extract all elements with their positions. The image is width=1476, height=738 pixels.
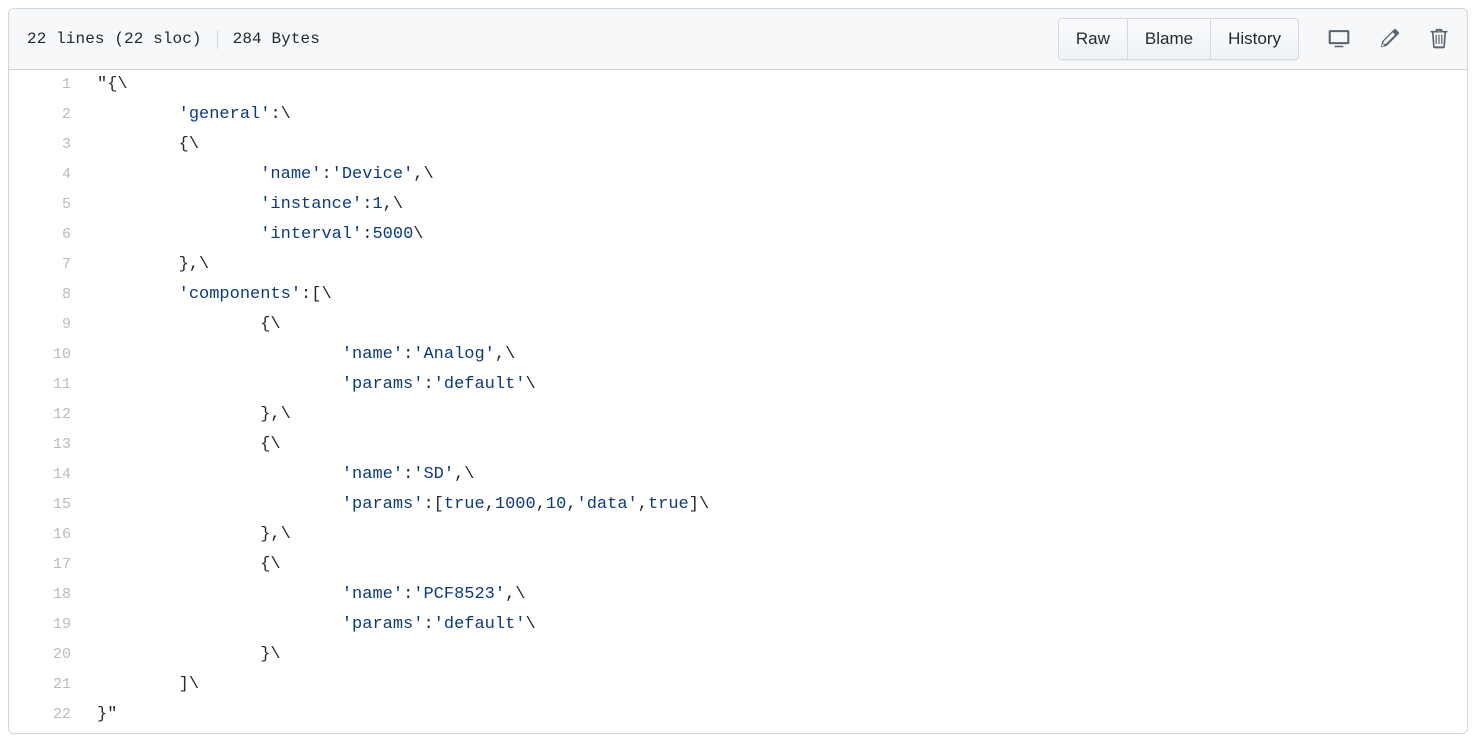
- line-number[interactable]: 6: [9, 220, 87, 250]
- code-line: 4 'name':'Device',\: [9, 160, 1467, 190]
- header-actions: Raw Blame History: [1057, 18, 1453, 60]
- file-meta: 22 lines (22 sloc) 284 Bytes: [27, 29, 320, 49]
- code-line: 7 },\: [9, 250, 1467, 280]
- line-number[interactable]: 20: [9, 640, 87, 670]
- raw-button[interactable]: Raw: [1058, 19, 1127, 59]
- line-number[interactable]: 15: [9, 490, 87, 520]
- code-line-content: 'params':'default'\: [341, 375, 536, 394]
- line-number[interactable]: 8: [9, 280, 87, 310]
- line-number[interactable]: 16: [9, 520, 87, 550]
- file-header-toolbar: 22 lines (22 sloc) 284 Bytes Raw Blame H…: [9, 9, 1467, 70]
- line-number[interactable]: 17: [9, 550, 87, 580]
- code-line: 21 ]\: [9, 670, 1467, 700]
- code-line-content: {\: [97, 555, 281, 574]
- code-line: 10 'name':'Analog',\: [9, 340, 1467, 370]
- code-line-content: 'instance':1,\: [260, 195, 404, 214]
- code-line-content: "{\: [97, 75, 128, 94]
- code-line: 15 'params':[true,1000,10,'data',true]\: [9, 490, 1467, 520]
- code-line: 13 {\: [9, 430, 1467, 460]
- line-number[interactable]: 21: [9, 670, 87, 700]
- code-line-content: ]\: [97, 675, 200, 694]
- delete-icon-button[interactable]: [1425, 25, 1453, 53]
- line-number[interactable]: 11: [9, 370, 87, 400]
- blame-button[interactable]: Blame: [1126, 19, 1211, 59]
- code-line-content: 'name':'Device',\: [260, 165, 434, 184]
- code-line-content: {\: [97, 315, 281, 334]
- code-line-content: {\: [97, 135, 200, 154]
- code-line-content: },\: [97, 255, 210, 274]
- code-line-content: },\: [97, 405, 291, 424]
- file-size-label: 284 Bytes: [232, 30, 320, 48]
- code-line-content: 'params':[true,1000,10,'data',true]\: [341, 495, 710, 514]
- code-line-content: }": [97, 705, 118, 724]
- code-line: 12 },\: [9, 400, 1467, 430]
- line-count-label: 22 lines (22 sloc): [27, 30, 202, 48]
- history-button[interactable]: History: [1210, 19, 1298, 59]
- code-line-content: 'components':[\: [178, 285, 332, 304]
- line-number[interactable]: 5: [9, 190, 87, 220]
- line-number[interactable]: 22: [9, 700, 87, 730]
- line-number[interactable]: 18: [9, 580, 87, 610]
- line-number[interactable]: 13: [9, 430, 87, 460]
- code-line: 6 'interval':5000\: [9, 220, 1467, 250]
- file-viewer-box: 22 lines (22 sloc) 284 Bytes Raw Blame H…: [8, 8, 1468, 734]
- code-line-content: },\: [97, 525, 291, 544]
- code-line: 9 {\: [9, 310, 1467, 340]
- trash-icon: [1428, 28, 1450, 50]
- code-line: 11 'params':'default'\: [9, 370, 1467, 400]
- line-number[interactable]: 2: [9, 100, 87, 130]
- line-number[interactable]: 12: [9, 400, 87, 430]
- code-line: 8 'components':[\: [9, 280, 1467, 310]
- code-line: 22 }": [9, 700, 1467, 730]
- edit-icon-button[interactable]: [1375, 25, 1403, 53]
- code-line: 2 'general':\: [9, 100, 1467, 130]
- line-number[interactable]: 14: [9, 460, 87, 490]
- code-blob-area: 1 "{\ 2 'general':\ 3 {\ 4 'name':'Device',\…: [9, 70, 1467, 733]
- code-table-body: 1 "{\ 2 'general':\ 3 {\ 4 'name':'Device',\…: [9, 70, 1467, 730]
- desktop-icon: [1328, 28, 1350, 50]
- code-line: 5 'instance':1,\: [9, 190, 1467, 220]
- line-number[interactable]: 1: [9, 70, 87, 100]
- code-line-content: }\: [97, 645, 281, 664]
- code-line-content: {\: [97, 435, 281, 454]
- code-line-content: 'name':'SD',\: [341, 465, 475, 484]
- code-line: 16 },\: [9, 520, 1467, 550]
- code-table: 1 "{\ 2 'general':\ 3 {\ 4 'name':'Device',\…: [9, 70, 1467, 730]
- meta-divider: [216, 29, 218, 49]
- code-line: 19 'params':'default'\: [9, 610, 1467, 640]
- line-number[interactable]: 10: [9, 340, 87, 370]
- line-number[interactable]: 9: [9, 310, 87, 340]
- line-number[interactable]: 4: [9, 160, 87, 190]
- line-number[interactable]: 3: [9, 130, 87, 160]
- code-line-content: 'general':\: [178, 105, 291, 124]
- code-line-content: 'name':'Analog',\: [341, 345, 516, 364]
- line-number[interactable]: 19: [9, 610, 87, 640]
- desktop-icon-button[interactable]: [1325, 25, 1353, 53]
- code-line-content: 'name':'PCF8523',\: [341, 585, 526, 604]
- code-line-content: 'interval':5000\: [260, 225, 424, 244]
- pencil-icon: [1378, 28, 1400, 50]
- code-line: 17 {\: [9, 550, 1467, 580]
- code-line: 3 {\: [9, 130, 1467, 160]
- code-line: 20 }\: [9, 640, 1467, 670]
- file-action-button-group: Raw Blame History: [1057, 18, 1299, 60]
- code-line-content: 'params':'default'\: [341, 615, 536, 634]
- code-line: 14 'name':'SD',\: [9, 460, 1467, 490]
- code-line: 18 'name':'PCF8523',\: [9, 580, 1467, 610]
- line-number[interactable]: 7: [9, 250, 87, 280]
- code-line: 1 "{\: [9, 70, 1467, 100]
